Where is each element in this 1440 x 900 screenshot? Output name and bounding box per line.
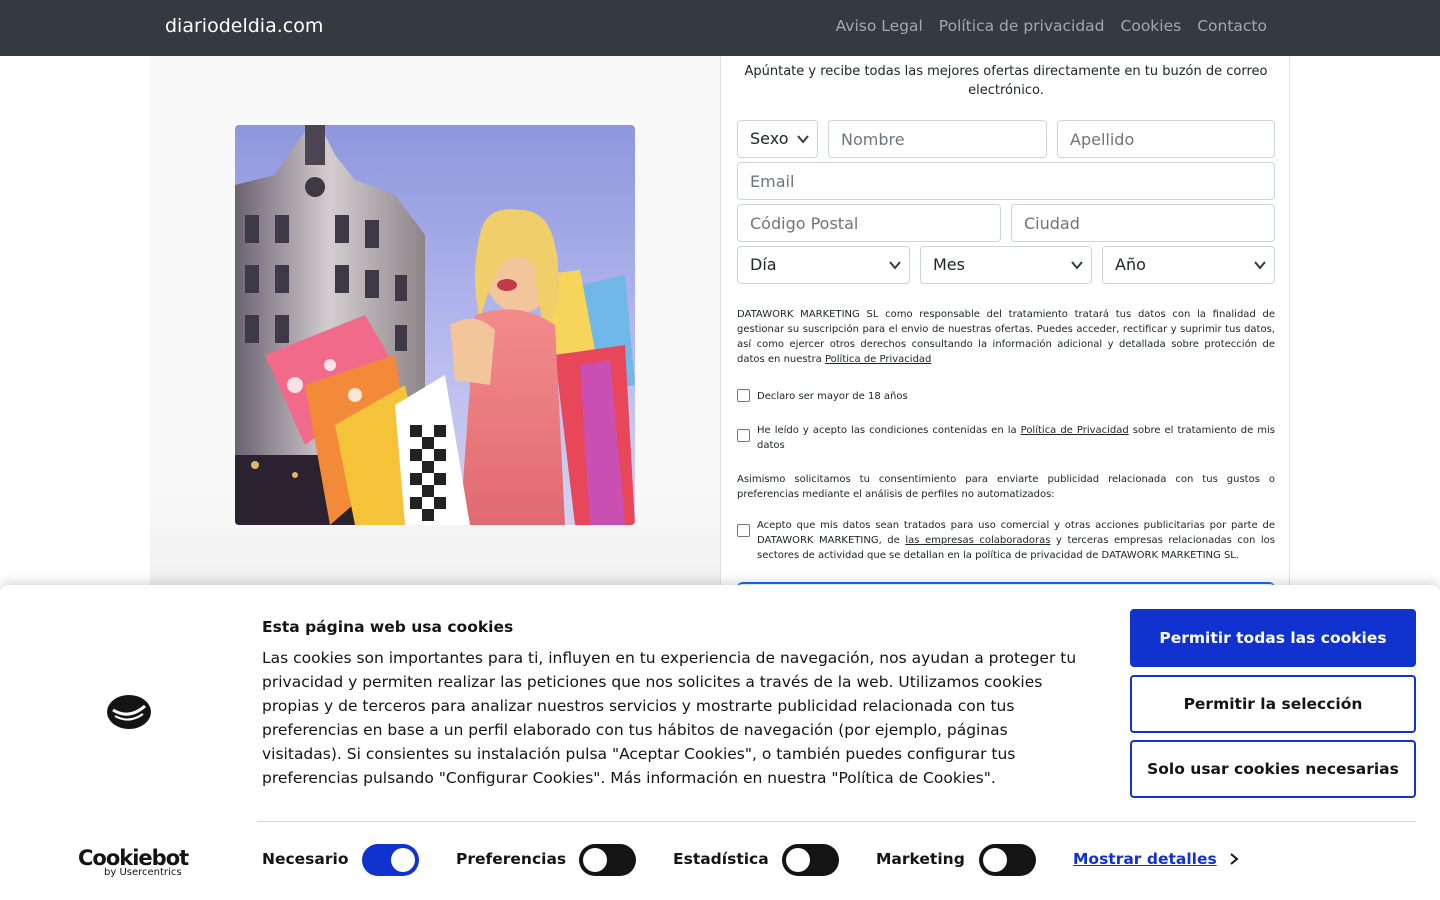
privacy-notice-text: DATAWORK MARKETING SL como responsable d… [737, 309, 1275, 365]
apellido-input[interactable] [1057, 120, 1275, 158]
sexo-value: Sexo [750, 129, 789, 148]
dia-value: Día [750, 255, 777, 274]
show-details-link[interactable]: Mostrar detalles [1073, 850, 1239, 868]
cookiebot-brandmark: Cookiebot by Usercentrics [78, 846, 189, 878]
privacy-checkbox-label: He leído y acepto las condiciones conten… [757, 423, 1275, 453]
ciudad-input[interactable] [1011, 204, 1275, 242]
nombre-input[interactable] [828, 120, 1047, 158]
toggle-preferencias[interactable] [579, 844, 636, 876]
toggle-knob [786, 848, 810, 872]
nav-links: Aviso Legal Política de privacidad Cooki… [836, 17, 1267, 35]
anio-select[interactable]: Año [1102, 246, 1275, 284]
allow-all-cookies-button[interactable]: Permitir todas las cookies [1130, 609, 1416, 667]
chevron-down-icon [1071, 261, 1083, 270]
subscription-form: Apúntate y recibe todas las mejores ofer… [720, 56, 1290, 600]
form-intro: Apúntate y recibe todas las mejores ofer… [744, 64, 1268, 98]
cookie-title: Esta página web usa cookies [262, 618, 514, 636]
age-checkbox[interactable] [737, 389, 750, 402]
anio-value: Año [1115, 255, 1146, 274]
toggle-label-estadistica: Estadística [673, 850, 769, 868]
consent-text: Asimismo solicitamos tu consentimiento p… [737, 474, 1275, 500]
codigo-postal-input[interactable] [737, 204, 1001, 242]
hero-panel [150, 56, 720, 600]
privacy-policy-link[interactable]: Política de Privacidad [825, 354, 931, 365]
chevron-down-icon [1254, 261, 1266, 270]
cookie-description: Las cookies son importantes para ti, inf… [262, 649, 1077, 787]
toggle-necesario[interactable] [362, 844, 419, 876]
commercial-checkbox[interactable] [737, 524, 750, 537]
mes-value: Mes [933, 255, 965, 274]
toggle-knob [983, 848, 1007, 872]
toggle-label-marketing: Marketing [876, 850, 965, 868]
mes-select[interactable]: Mes [920, 246, 1092, 284]
toggle-label-preferencias: Preferencias [456, 850, 567, 868]
shopping-woman-illustration [235, 125, 635, 525]
chevron-down-icon [889, 261, 901, 270]
cookie-banner: Esta página web usa cookies Las cookies … [0, 585, 1440, 900]
privacy-notice: DATAWORK MARKETING SL como responsable d… [737, 307, 1275, 367]
usercentrics-tagline: by Usercentrics [104, 867, 182, 878]
privacy-checkbox[interactable] [737, 429, 750, 442]
nav-aviso-legal[interactable]: Aviso Legal [836, 17, 923, 35]
necessary-only-button[interactable]: Solo usar cookies necesarias [1130, 740, 1416, 798]
privacy-checkbox-text-before: He leído y acepto las condiciones conten… [757, 425, 1017, 436]
navbar: diariodeldia.com Aviso Legal Política de… [0, 0, 1440, 56]
commercial-checkbox-label: Acepto que mis datos sean tratados para … [757, 518, 1275, 563]
cookiebot-logo-icon [107, 695, 151, 729]
brand-link[interactable]: diariodeldia.com [165, 15, 323, 37]
age-checkbox-label: Declaro ser mayor de 18 años [757, 391, 908, 402]
chevron-down-icon [797, 135, 809, 144]
cookie-divider [257, 821, 1416, 822]
toggle-marketing[interactable] [979, 844, 1036, 876]
allow-selection-button[interactable]: Permitir la selección [1130, 675, 1416, 733]
sexo-select[interactable]: Sexo [737, 120, 818, 158]
privacy-checkbox-link[interactable]: Política de Privacidad [1021, 425, 1129, 436]
toggle-estadistica[interactable] [782, 844, 839, 876]
chevron-right-icon [1230, 853, 1239, 865]
show-details-label: Mostrar detalles [1073, 850, 1217, 868]
toggle-knob [583, 848, 607, 872]
nav-contacto[interactable]: Contacto [1197, 17, 1267, 35]
toggle-knob [391, 848, 415, 872]
dia-select[interactable]: Día [737, 246, 910, 284]
nav-politica-privacidad[interactable]: Política de privacidad [939, 17, 1105, 35]
partners-link[interactable]: las empresas colaboradoras [905, 535, 1050, 546]
hero-image [235, 125, 635, 525]
nav-cookies[interactable]: Cookies [1121, 17, 1182, 35]
toggle-label-necesario: Necesario [262, 850, 349, 868]
email-input[interactable] [737, 162, 1275, 200]
